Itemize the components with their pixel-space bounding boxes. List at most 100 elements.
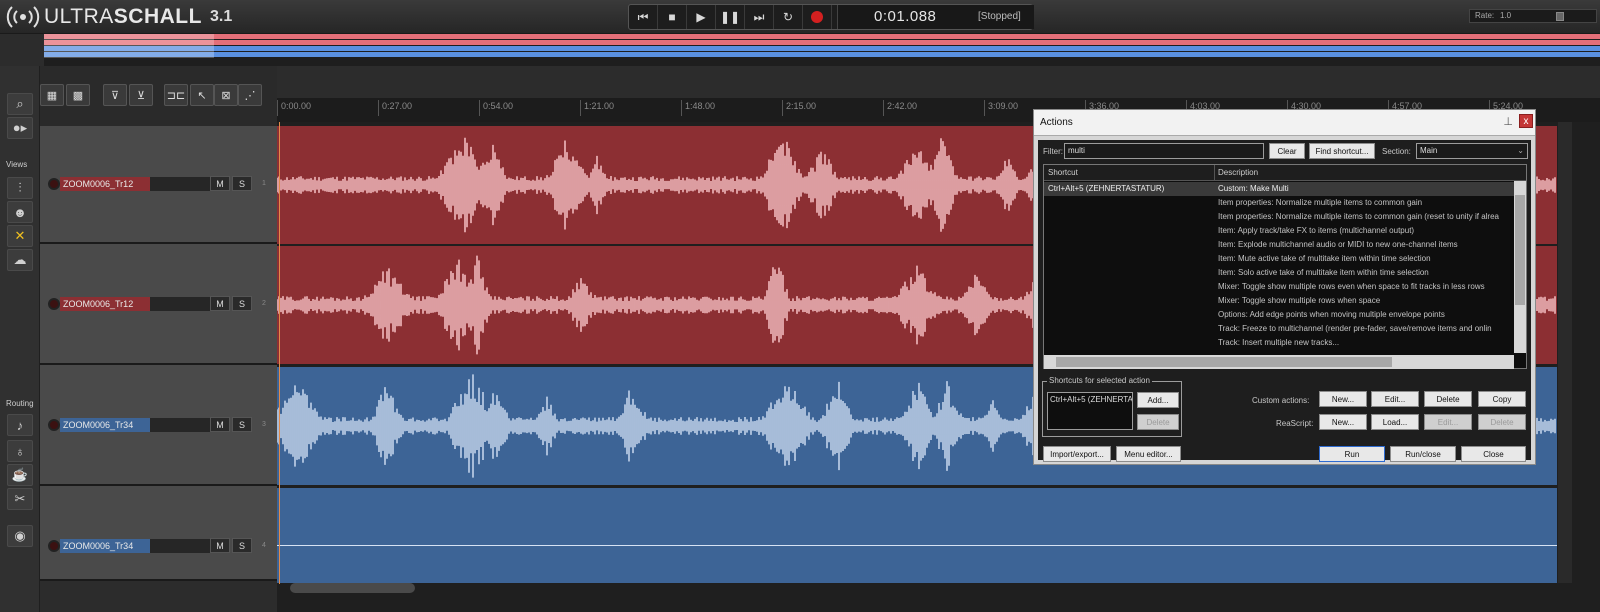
vertical-scrollbar[interactable] xyxy=(1558,122,1572,583)
menu-editor-button[interactable]: Menu editor... xyxy=(1116,446,1181,462)
chevron-down-icon: ⌄ xyxy=(1517,146,1524,155)
action-row[interactable]: Options: Add edge points when moving mul… xyxy=(1044,308,1514,322)
action-row[interactable]: Item properties: Normalize multiple item… xyxy=(1044,196,1514,210)
section-select[interactable]: Main ⌄ xyxy=(1416,143,1528,159)
time-readout: 0:01.088 xyxy=(874,8,937,25)
coffee-icon[interactable]: ☕ xyxy=(7,464,33,486)
group-icon[interactable]: ☻ xyxy=(7,201,33,223)
reascript-edit-button[interactable]: Edit... xyxy=(1424,414,1472,430)
envelope-icon[interactable]: ⋰ xyxy=(238,84,262,106)
delete-shortcut-button[interactable]: Delete xyxy=(1137,414,1179,430)
ripple-icon[interactable]: ⊐⊏ xyxy=(164,84,188,106)
shortcuts-group-label: Shortcuts for selected action xyxy=(1047,376,1152,385)
record-arm-icon[interactable] xyxy=(48,419,60,431)
list-vertical-scrollbar[interactable] xyxy=(1514,181,1526,353)
solo-button[interactable]: S xyxy=(232,538,252,553)
mute-button[interactable]: M xyxy=(210,176,230,191)
reascript-load-button[interactable]: Load... xyxy=(1371,414,1419,430)
edit-view-icon[interactable]: ✕ xyxy=(7,225,33,247)
solo-button[interactable]: S xyxy=(232,296,252,311)
record-arm-icon[interactable] xyxy=(48,178,60,190)
grid-dense-icon[interactable]: ▩ xyxy=(66,84,90,106)
filter-input[interactable]: multi xyxy=(1064,143,1264,159)
repeat-icon[interactable]: ↻ xyxy=(774,5,803,29)
track-header-1[interactable]: ZOOM0006_Tr12 M S 1 xyxy=(40,126,277,244)
mixer-icon[interactable]: ⫶ xyxy=(7,177,33,199)
rss-icon[interactable]: ◉ xyxy=(7,525,33,547)
track-header-3[interactable]: ZOOM0006_Tr34 M S 3 xyxy=(40,365,277,486)
action-description: Item properties: Normalize multiple item… xyxy=(1218,198,1423,207)
solo-button[interactable]: S xyxy=(232,176,252,191)
track-name[interactable]: ZOOM0006_Tr34 xyxy=(60,539,210,553)
reascript-new-button[interactable]: New... xyxy=(1319,414,1367,430)
select-icon[interactable]: ↖ xyxy=(190,84,214,106)
record-arm-icon[interactable] xyxy=(48,298,60,310)
run-close-button[interactable]: Run/close xyxy=(1390,446,1456,462)
cut-select-icon[interactable]: ⊠ xyxy=(214,84,238,106)
column-description[interactable]: Description xyxy=(1218,168,1258,177)
action-row[interactable]: Track: Freeze to multichannel (render pr… xyxy=(1044,322,1514,336)
close-button[interactable]: Close xyxy=(1461,446,1526,462)
solo-button[interactable]: S xyxy=(232,417,252,432)
marker-icon[interactable]: ⊽ xyxy=(103,84,127,106)
custom-copy-button[interactable]: Copy xyxy=(1478,391,1526,407)
marker-alt-icon[interactable]: ⊻ xyxy=(129,84,153,106)
zoom-icon[interactable]: ⌕ xyxy=(7,93,33,115)
track-header-2[interactable]: ZOOM0006_Tr12 M S 2 xyxy=(40,244,277,365)
microphone-icon[interactable]: ♁ xyxy=(7,440,33,462)
pin-icon[interactable]: ⊥ xyxy=(1503,115,1513,128)
action-row[interactable]: Item: Explode multichannel audio or MIDI… xyxy=(1044,238,1514,252)
list-horizontal-scrollbar[interactable] xyxy=(1044,355,1514,369)
import-export-button[interactable]: Import/export... xyxy=(1043,446,1111,462)
action-row[interactable]: Mixer: Toggle show multiple rows even wh… xyxy=(1044,280,1514,294)
record-icon[interactable] xyxy=(803,5,832,29)
mute-button[interactable]: M xyxy=(210,538,230,553)
custom-new-button[interactable]: New... xyxy=(1319,391,1367,407)
skip-back-icon[interactable]: ⏮ xyxy=(629,5,658,29)
scissors-icon[interactable]: ✂ xyxy=(7,488,33,510)
action-description: Custom: Make Multi xyxy=(1218,184,1289,193)
action-row[interactable]: Item: Mute active take of multitake item… xyxy=(1044,252,1514,266)
project-overview[interactable] xyxy=(44,34,1600,66)
track-name[interactable]: ZOOM0006_Tr34 xyxy=(60,418,210,432)
overview-viewport[interactable] xyxy=(44,34,214,58)
rate-knob[interactable] xyxy=(1556,12,1564,21)
track-name[interactable]: ZOOM0006_Tr12 xyxy=(60,177,210,191)
brand-bold: SCHALL xyxy=(113,5,202,28)
action-description: Track: Freeze to multichannel (render pr… xyxy=(1218,324,1492,333)
dialog-titlebar[interactable]: Actions ⊥ x xyxy=(1034,110,1535,136)
run-button[interactable]: Run xyxy=(1319,446,1385,462)
shortcut-list[interactable]: Ctrl+Alt+5 (ZEHNERTASTATUR) xyxy=(1047,392,1133,430)
mute-button[interactable]: M xyxy=(210,417,230,432)
mute-button[interactable]: M xyxy=(210,296,230,311)
horizontal-scrollbar[interactable] xyxy=(290,583,415,593)
action-row[interactable]: Item properties: Normalize multiple item… xyxy=(1044,210,1514,224)
stop-icon[interactable]: ■ xyxy=(658,5,687,29)
custom-delete-button[interactable]: Delete xyxy=(1424,391,1472,407)
custom-edit-button[interactable]: Edit... xyxy=(1371,391,1419,407)
grid-icon[interactable]: ▦ xyxy=(40,84,64,106)
action-row[interactable]: Item: Apply track/take FX to items (mult… xyxy=(1044,224,1514,238)
rate-slider[interactable]: Rate: 1.0 xyxy=(1469,9,1597,23)
find-shortcut-button[interactable]: Find shortcut... xyxy=(1309,143,1375,159)
track-name[interactable]: ZOOM0006_Tr12 xyxy=(60,297,210,311)
action-row[interactable]: Ctrl+Alt+5 (ZEHNERTASTATUR) Custom: Make … xyxy=(1044,182,1514,196)
skip-forward-icon[interactable]: ⏭ xyxy=(745,5,774,29)
clear-button[interactable]: Clear xyxy=(1269,143,1305,159)
close-icon[interactable]: x xyxy=(1519,114,1533,128)
play-icon[interactable]: ▶ xyxy=(687,5,716,29)
track-lane-4[interactable] xyxy=(277,488,1557,583)
record-arm-icon[interactable] xyxy=(48,540,60,552)
action-row[interactable]: Mixer: Toggle show multiple rows when sp… xyxy=(1044,294,1514,308)
action-row[interactable]: Item: Solo active take of multitake item… xyxy=(1044,266,1514,280)
music-note-icon[interactable]: ♪ xyxy=(7,414,33,436)
reascript-delete-button[interactable]: Delete xyxy=(1478,414,1526,430)
follow-icon[interactable]: ●▸ xyxy=(7,117,33,139)
track-header-4[interactable]: ZOOM0006_Tr34 M S 4 xyxy=(40,486,277,581)
action-row[interactable]: Track: Insert multiple new tracks... xyxy=(1044,336,1514,350)
add-shortcut-button[interactable]: Add... xyxy=(1137,392,1179,408)
speech-icon[interactable]: ☁ xyxy=(7,249,33,271)
actions-list[interactable]: Shortcut Description Ctrl+Alt+5 (ZEHNERT… xyxy=(1043,164,1527,369)
pause-icon[interactable]: ❚❚ xyxy=(716,5,745,29)
column-shortcut[interactable]: Shortcut xyxy=(1048,168,1078,177)
